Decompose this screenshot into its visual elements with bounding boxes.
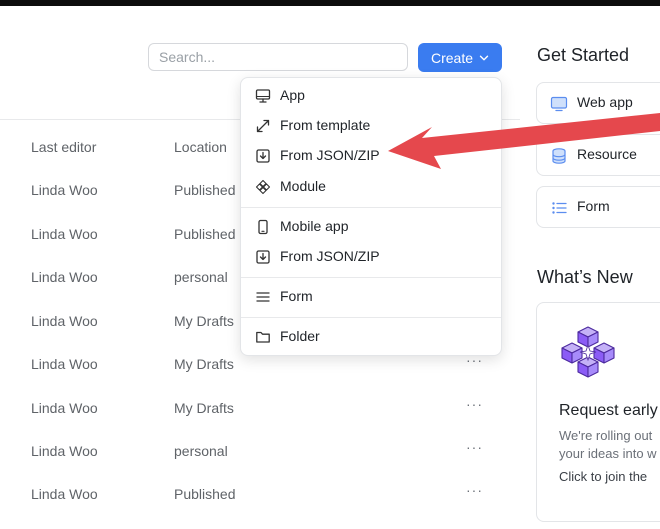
form-lines-icon bbox=[256, 292, 270, 302]
whats-new-body-line: your ideas into w bbox=[559, 446, 657, 461]
menu-divider bbox=[241, 317, 501, 318]
menu-item-from-json-zip-mobile[interactable]: From JSON/ZIP bbox=[241, 243, 503, 271]
menu-divider bbox=[241, 277, 501, 278]
get-started-label: Web app bbox=[577, 94, 633, 110]
menu-item-label: Folder bbox=[280, 328, 320, 344]
whats-new-title: What’s New bbox=[537, 267, 633, 287]
table-row[interactable]: Linda Woo My Drafts ··· bbox=[0, 396, 520, 443]
module-diamond-icon bbox=[255, 179, 271, 195]
get-started-web-app[interactable]: Web app bbox=[536, 82, 660, 124]
whats-new-body-line: We're rolling out bbox=[559, 428, 653, 443]
menu-item-label: App bbox=[280, 87, 305, 103]
menu-item-folder[interactable]: Folder bbox=[241, 323, 503, 351]
whats-new-card-title: Request early bbox=[559, 402, 658, 419]
table-row[interactable]: Linda Woo Published ··· bbox=[0, 482, 520, 529]
column-header-location[interactable]: Location bbox=[174, 139, 227, 155]
menu-divider bbox=[241, 207, 501, 208]
cell-location: personal bbox=[174, 443, 228, 459]
list-icon bbox=[552, 202, 567, 214]
whats-new-join-link[interactable]: Click to join the bbox=[559, 469, 647, 484]
chevron-down-icon bbox=[479, 55, 489, 60]
menu-item-form[interactable]: Form bbox=[241, 283, 503, 311]
menu-item-label: From template bbox=[280, 117, 371, 133]
menu-item-label: From JSON/ZIP bbox=[280, 248, 380, 264]
row-menu-button[interactable]: ··· bbox=[466, 396, 483, 412]
expand-arrows-icon bbox=[256, 119, 270, 133]
search-input[interactable] bbox=[148, 43, 408, 71]
cell-last-editor: Linda Woo bbox=[31, 356, 98, 372]
cell-location: My Drafts bbox=[174, 313, 234, 329]
get-started-title: Get Started bbox=[537, 45, 630, 65]
get-started-label: Resource bbox=[577, 146, 637, 162]
web-app-icon bbox=[550, 96, 568, 112]
window-top-bar bbox=[0, 0, 660, 6]
menu-item-label: Module bbox=[280, 178, 326, 194]
menu-item-from-json-zip[interactable]: From JSON/ZIP bbox=[241, 142, 503, 170]
menu-item-label: Mobile app bbox=[280, 218, 349, 234]
create-button-label: Create bbox=[430, 49, 474, 66]
cell-last-editor: Linda Woo bbox=[31, 400, 98, 416]
menu-item-module[interactable]: Module bbox=[241, 173, 503, 201]
import-download-icon bbox=[256, 149, 270, 163]
cell-location: personal bbox=[174, 269, 228, 285]
menu-item-mobile-app[interactable]: Mobile app bbox=[241, 213, 503, 241]
cell-last-editor: Linda Woo bbox=[31, 313, 98, 329]
menu-item-label: From JSON/ZIP bbox=[280, 147, 380, 163]
cell-last-editor: Linda Woo bbox=[31, 443, 98, 459]
menu-item-app[interactable]: App bbox=[241, 82, 503, 110]
cubes-illustration-icon bbox=[561, 326, 615, 378]
row-menu-button[interactable]: ··· bbox=[466, 482, 483, 498]
monitor-icon bbox=[255, 89, 271, 103]
cell-location: My Drafts bbox=[174, 356, 234, 372]
get-started-form[interactable]: Form bbox=[536, 186, 660, 228]
table-row[interactable]: Linda Woo personal ··· bbox=[0, 439, 520, 486]
get-started-label: Form bbox=[577, 198, 610, 214]
mobile-phone-icon bbox=[258, 219, 268, 235]
cell-last-editor: Linda Woo bbox=[31, 226, 98, 242]
create-button[interactable]: Create bbox=[418, 43, 502, 72]
cell-location: Published bbox=[174, 226, 236, 242]
cell-last-editor: Linda Woo bbox=[31, 182, 98, 198]
column-header-last-editor[interactable]: Last editor bbox=[31, 139, 96, 155]
import-download-icon bbox=[256, 250, 270, 264]
cell-location: My Drafts bbox=[174, 400, 234, 416]
create-dropdown-menu: App From template From JSON/ZIP Module M… bbox=[240, 77, 502, 356]
cell-location: Published bbox=[174, 182, 236, 198]
menu-item-label: Form bbox=[280, 288, 313, 304]
row-menu-button[interactable]: ··· bbox=[466, 439, 483, 455]
whats-new-card[interactable]: Request early We're rolling out your ide… bbox=[536, 302, 660, 522]
folder-icon bbox=[256, 331, 270, 343]
table-row[interactable]: Linda Woo My Drafts ··· bbox=[0, 352, 520, 399]
get-started-resource[interactable]: Resource bbox=[536, 134, 660, 176]
cell-last-editor: Linda Woo bbox=[31, 269, 98, 285]
database-icon bbox=[552, 148, 566, 164]
menu-item-from-template[interactable]: From template bbox=[241, 112, 503, 140]
